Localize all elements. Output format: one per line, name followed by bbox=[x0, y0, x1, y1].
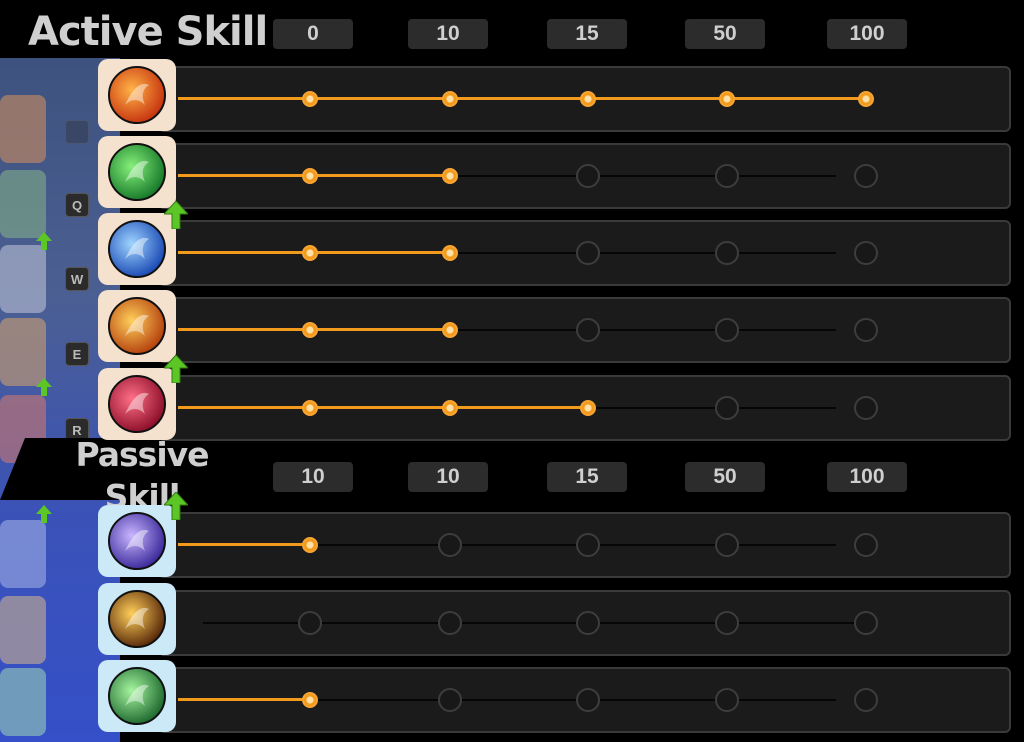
level-node-locked bbox=[854, 533, 878, 557]
threshold-label: 10 bbox=[273, 462, 353, 492]
level-node-locked bbox=[715, 164, 739, 188]
threshold-label: 10 bbox=[408, 19, 488, 49]
level-node-unlocked bbox=[302, 168, 318, 184]
level-node-unlocked bbox=[580, 400, 596, 416]
skill-icon-frame[interactable] bbox=[98, 660, 176, 732]
level-node-unlocked bbox=[580, 91, 596, 107]
progress-fill bbox=[178, 698, 310, 701]
level-node-locked bbox=[715, 241, 739, 265]
level-node-locked bbox=[576, 241, 600, 265]
upgrade-arrow-icon bbox=[162, 200, 190, 233]
level-node-locked bbox=[854, 318, 878, 342]
level-node-locked bbox=[854, 164, 878, 188]
ghost-skill-icon bbox=[0, 520, 46, 588]
level-node-locked bbox=[438, 611, 462, 635]
active-skill-row[interactable] bbox=[98, 59, 1011, 132]
level-node-locked bbox=[715, 318, 739, 342]
passive-skill-row[interactable] bbox=[98, 660, 1011, 733]
hotkey-badge-e: E bbox=[65, 342, 89, 366]
upgrade-arrow-icon bbox=[162, 491, 190, 524]
hotkey-badge-w: W bbox=[65, 267, 89, 291]
up-arrow-icon bbox=[36, 232, 52, 250]
skill-icon-frame[interactable] bbox=[98, 59, 176, 131]
level-node-unlocked bbox=[442, 91, 458, 107]
progress-fill bbox=[178, 543, 310, 546]
lightning-passive-icon bbox=[108, 512, 166, 570]
blue-dash-skill-icon bbox=[108, 220, 166, 278]
crimson-spiral-skill-icon bbox=[108, 375, 166, 433]
level-node-locked bbox=[854, 611, 878, 635]
ghost-skill-icon bbox=[0, 170, 46, 238]
level-node-locked bbox=[715, 688, 739, 712]
level-node-unlocked bbox=[302, 91, 318, 107]
level-node-locked bbox=[576, 688, 600, 712]
threshold-label: 100 bbox=[827, 19, 907, 49]
passive-skill-row[interactable] bbox=[98, 583, 1011, 656]
passive-skill-row[interactable] bbox=[98, 491, 1011, 578]
progress-fill bbox=[178, 406, 588, 409]
level-node-unlocked bbox=[302, 537, 318, 553]
level-node-locked bbox=[854, 396, 878, 420]
hotkey-badge-q: Q bbox=[65, 193, 89, 217]
green-buff-skill-icon bbox=[108, 143, 166, 201]
up-arrow-icon bbox=[36, 505, 52, 523]
active-skill-row[interactable] bbox=[98, 213, 1011, 286]
ghost-skill-icon bbox=[0, 596, 46, 664]
level-node-unlocked bbox=[442, 322, 458, 338]
upgrade-arrow-icon bbox=[162, 354, 190, 387]
ghost-skill-icon bbox=[0, 318, 46, 386]
level-node-locked bbox=[576, 533, 600, 557]
hotkey-badge bbox=[65, 120, 89, 144]
level-node-unlocked bbox=[442, 245, 458, 261]
level-node-locked bbox=[715, 611, 739, 635]
level-node-unlocked bbox=[302, 692, 318, 708]
ghost-skill-icon bbox=[0, 668, 46, 736]
level-node-unlocked bbox=[442, 400, 458, 416]
progress-fill bbox=[178, 97, 866, 100]
skill-icon-frame[interactable] bbox=[98, 290, 176, 362]
level-node-unlocked bbox=[302, 400, 318, 416]
active-skill-row[interactable] bbox=[98, 368, 1011, 441]
level-node-unlocked bbox=[719, 91, 735, 107]
threshold-label: 10 bbox=[408, 462, 488, 492]
level-node-locked bbox=[715, 396, 739, 420]
threshold-label: 50 bbox=[685, 462, 765, 492]
active-skill-title: Active Skill bbox=[28, 9, 268, 55]
fire-claw-skill-icon bbox=[108, 66, 166, 124]
level-node-locked bbox=[438, 533, 462, 557]
active-skill-row[interactable] bbox=[98, 136, 1011, 230]
level-node-locked bbox=[576, 611, 600, 635]
level-node-unlocked bbox=[442, 168, 458, 184]
ghost-skill-icon bbox=[0, 245, 46, 313]
level-node-locked bbox=[438, 688, 462, 712]
ghost-skill-icon bbox=[0, 95, 46, 163]
threshold-label: 0 bbox=[273, 19, 353, 49]
level-node-unlocked bbox=[858, 91, 874, 107]
threshold-label: 50 bbox=[685, 19, 765, 49]
level-node-unlocked bbox=[302, 245, 318, 261]
up-arrow-icon bbox=[36, 378, 52, 396]
threshold-label: 100 bbox=[827, 462, 907, 492]
level-node-locked bbox=[854, 241, 878, 265]
orb-passive-icon bbox=[108, 590, 166, 648]
threshold-label: 15 bbox=[547, 19, 627, 49]
level-node-locked bbox=[854, 688, 878, 712]
flame-strike-skill-icon bbox=[108, 297, 166, 355]
level-node-locked bbox=[298, 611, 322, 635]
active-skill-row[interactable] bbox=[98, 290, 1011, 384]
level-node-locked bbox=[576, 164, 600, 188]
level-node-locked bbox=[576, 318, 600, 342]
skill-icon-frame[interactable] bbox=[98, 583, 176, 655]
skill-icon-frame[interactable] bbox=[98, 136, 176, 208]
level-node-locked bbox=[715, 533, 739, 557]
level-node-unlocked bbox=[302, 322, 318, 338]
leaf-passive-icon bbox=[108, 667, 166, 725]
threshold-label: 15 bbox=[547, 462, 627, 492]
